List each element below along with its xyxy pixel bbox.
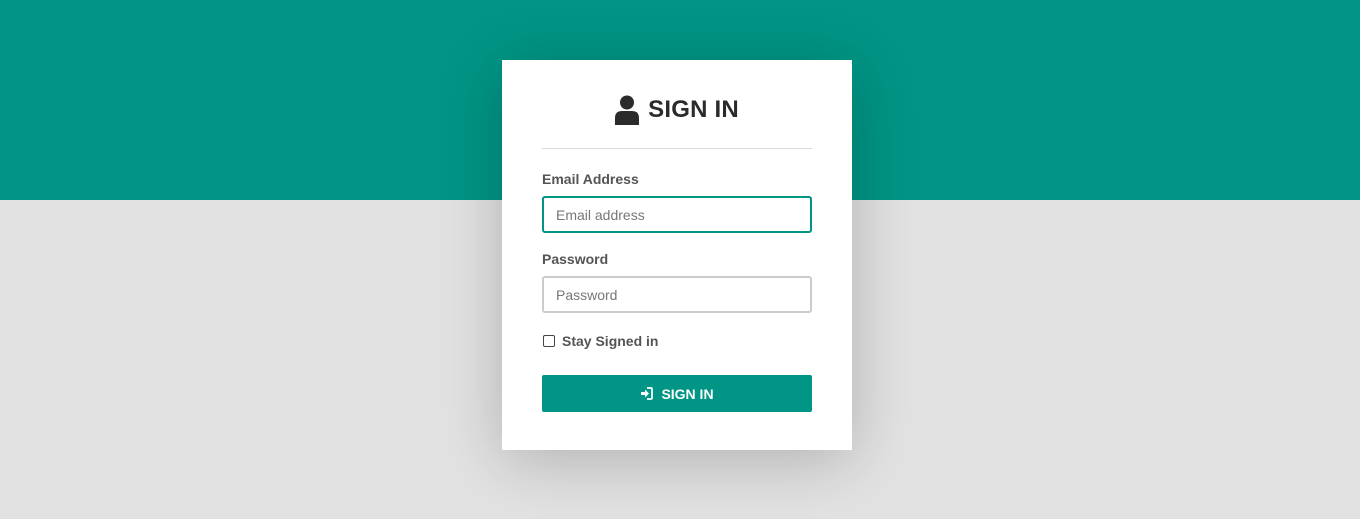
stay-signed-in-checkbox[interactable] <box>543 335 555 347</box>
stay-signed-in-row[interactable]: Stay Signed in <box>542 333 812 349</box>
password-field[interactable] <box>542 276 812 313</box>
email-label: Email Address <box>542 171 639 187</box>
password-label: Password <box>542 251 609 267</box>
page-title: SIGN IN <box>648 96 739 123</box>
sign-in-button-label: SIGN IN <box>661 385 714 402</box>
email-field[interactable] <box>542 196 812 233</box>
sign-in-icon <box>640 387 654 400</box>
user-icon <box>615 95 640 125</box>
stay-signed-in-label[interactable]: Stay Signed in <box>562 333 658 349</box>
sign-in-button[interactable]: SIGN IN <box>542 375 812 412</box>
card-header: SIGN IN <box>542 60 812 149</box>
login-card: SIGN IN Email Address Password Stay Sign… <box>502 60 852 450</box>
